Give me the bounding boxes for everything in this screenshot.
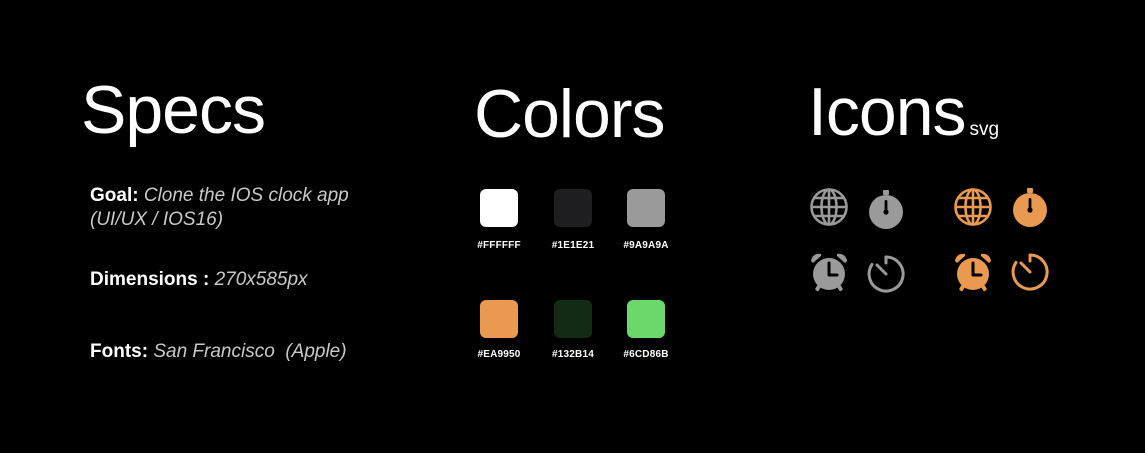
icons-subtitle: svg (969, 119, 1000, 140)
fonts-label: Fonts: (90, 341, 149, 362)
swatch-label-dark-gray: #1E1E21 (551, 240, 595, 251)
spec-fonts: Fonts: San Francisco (Apple) (90, 340, 347, 364)
stopwatch-icon (1010, 188, 1050, 228)
timer-icon (866, 254, 906, 294)
specs-title: Specs (81, 72, 266, 148)
dimensions-value: 270x585px (214, 269, 308, 290)
stopwatch-icon (866, 190, 906, 230)
goal-label: Goal: (90, 185, 139, 206)
globe-icon (953, 187, 993, 227)
swatch-label-white: #FFFFFF (477, 240, 521, 251)
spec-goal: Goal: Clone the IOS clock app (UI/UX / I… (90, 184, 349, 232)
goal-value-line1: Clone the IOS clock app (143, 185, 349, 206)
swatch-label-dark-green: #132B14 (552, 349, 594, 360)
swatch-label-gray: #9A9A9A (623, 240, 669, 251)
swatch-label-orange: #EA9950 (477, 349, 521, 360)
swatch-white (480, 189, 518, 227)
swatch-green (627, 300, 665, 338)
alarm-icon (953, 252, 993, 292)
spec-dimensions: Dimensions : 270x585px (90, 268, 308, 292)
swatch-label-green: #6CD86B (623, 349, 669, 360)
timer-icon (1010, 252, 1050, 292)
icons-title: Icons svg (808, 78, 999, 146)
dimensions-label: Dimensions : (90, 269, 210, 290)
swatch-dark-green (554, 300, 592, 338)
swatch-dark-gray (554, 189, 592, 227)
goal-value-line2: (UI/UX / IOS16) (90, 209, 224, 230)
swatch-gray (627, 189, 665, 227)
colors-title: Colors (474, 76, 665, 152)
alarm-icon (809, 252, 849, 292)
icons-title-text: Icons (808, 74, 967, 150)
globe-icon (809, 187, 849, 227)
swatch-orange (480, 300, 518, 338)
fonts-value: San Francisco (Apple) (153, 341, 347, 362)
